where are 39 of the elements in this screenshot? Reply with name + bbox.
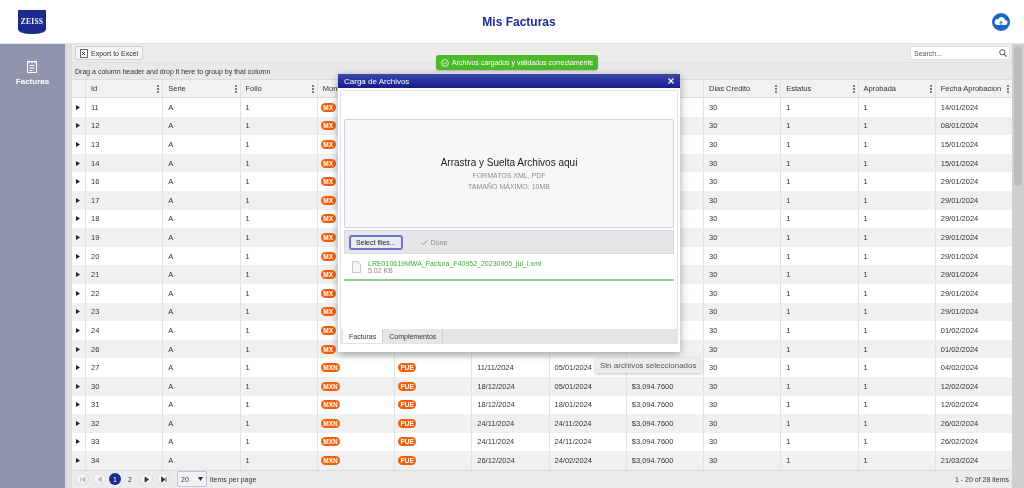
receipt-icon xyxy=(26,60,39,74)
column-menu-icon[interactable] xyxy=(311,84,314,93)
expand-row-icon[interactable] xyxy=(76,383,80,389)
expand-row-icon[interactable] xyxy=(76,234,80,240)
expand-row-icon[interactable] xyxy=(76,216,80,222)
caret-icon xyxy=(198,477,203,482)
expand-row-icon[interactable] xyxy=(76,179,80,185)
expand-row-icon[interactable] xyxy=(76,309,80,315)
expand-row-icon[interactable] xyxy=(76,458,80,464)
expand-row-icon[interactable] xyxy=(76,197,80,203)
spreadsheet-icon xyxy=(80,48,88,58)
page-title: Mis Facturas xyxy=(481,14,557,29)
expand-row-icon[interactable] xyxy=(76,365,80,371)
check-icon xyxy=(420,239,428,245)
column-menu-icon[interactable] xyxy=(157,84,160,93)
expand-row-icon[interactable] xyxy=(76,327,80,333)
expand-row-icon[interactable] xyxy=(76,104,80,110)
expand-row-icon[interactable] xyxy=(76,290,80,296)
search-icon[interactable] xyxy=(999,49,1007,57)
expand-row-icon[interactable] xyxy=(76,142,80,147)
expand-row-icon[interactable] xyxy=(76,420,80,426)
expand-row-icon[interactable] xyxy=(76,439,80,445)
column-menu-icon[interactable] xyxy=(852,84,855,93)
file-icon xyxy=(352,260,361,273)
dialog-title: Carga de Archivos xyxy=(344,76,410,86)
expand-row-icon[interactable] xyxy=(76,160,80,166)
expand-row-icon[interactable] xyxy=(76,402,80,408)
drop-zone-title: Arrastra y Suelta Archivos aqui xyxy=(440,157,578,168)
expand-row-icon[interactable] xyxy=(76,346,80,352)
expand-row-icon[interactable] xyxy=(76,272,80,278)
expand-row-icon[interactable] xyxy=(76,253,80,259)
check-circle-icon xyxy=(441,58,449,67)
cloud-upload-icon[interactable] xyxy=(992,12,1010,31)
expand-row-icon[interactable] xyxy=(76,123,80,129)
column-menu-icon[interactable] xyxy=(929,84,932,93)
column-menu-icon[interactable] xyxy=(234,84,237,93)
tooltip: Sin archivos seleccionados xyxy=(595,358,702,373)
column-menu-icon[interactable] xyxy=(775,84,778,93)
close-icon[interactable] xyxy=(668,78,674,84)
